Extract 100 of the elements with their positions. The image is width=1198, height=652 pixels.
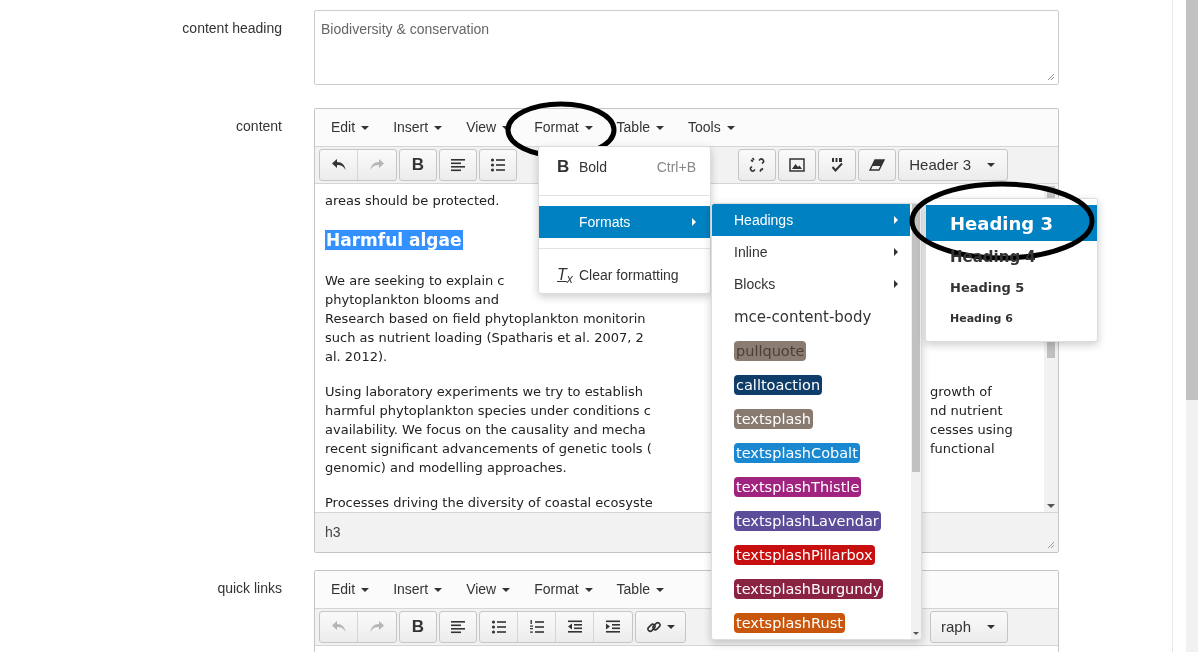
caret-icon bbox=[987, 163, 995, 167]
caret-icon bbox=[894, 280, 898, 288]
text-line: cesses using bbox=[930, 421, 1013, 439]
link-button[interactable] bbox=[635, 611, 686, 643]
caret-icon bbox=[361, 125, 370, 130]
text-line: availability. We focus on the causality and mecha bbox=[325, 422, 646, 437]
text-line: Processes driving the diversity of coastal ecosyste bbox=[325, 495, 653, 510]
caret-icon bbox=[434, 587, 443, 592]
menu-button[interactable]: Insert bbox=[381, 112, 455, 143]
bullet-list-icon bbox=[490, 157, 506, 173]
numbered-list-icon bbox=[528, 619, 545, 635]
text-line: genomic) and modelling approaches. bbox=[325, 460, 567, 475]
page-scrollbar[interactable] bbox=[1186, 0, 1198, 652]
caret-icon bbox=[434, 125, 443, 130]
image-button[interactable] bbox=[778, 149, 817, 181]
menu-button[interactable]: Insert bbox=[381, 574, 455, 605]
style-tag: pullquote bbox=[734, 341, 807, 361]
text-line: Research based on field phytoplankton monitorin bbox=[325, 311, 646, 326]
outdent-icon bbox=[566, 619, 583, 635]
menu-scrollbar[interactable] bbox=[911, 204, 921, 639]
text-line: phytoplankton blooms and bbox=[325, 292, 500, 307]
block-format-select[interactable]: Header 3 bbox=[898, 149, 1008, 181]
menu-button[interactable]: View bbox=[454, 574, 523, 605]
caret-icon bbox=[987, 625, 995, 629]
style-tag: textsplashRust bbox=[734, 613, 845, 633]
indent-icon bbox=[605, 619, 621, 635]
bold-button[interactable]: B bbox=[399, 149, 437, 181]
menu-item[interactable]: Headings bbox=[712, 204, 910, 236]
block-format-select[interactable]: raph bbox=[929, 611, 1008, 643]
text-line: al. 2012). bbox=[325, 349, 388, 364]
menu-item[interactable]: textsplashBurgundy bbox=[712, 572, 910, 606]
unlink-button[interactable] bbox=[738, 149, 777, 181]
caret-icon bbox=[894, 216, 898, 224]
field-label: quick links bbox=[217, 580, 282, 596]
align-button[interactable] bbox=[439, 149, 477, 181]
menu-button[interactable]: Edit bbox=[319, 112, 382, 143]
menu-button[interactable]: Table bbox=[604, 574, 677, 605]
text-line: functional bbox=[930, 440, 995, 458]
menu-item[interactable]: textsplash bbox=[712, 402, 910, 436]
menu-button[interactable]: Table bbox=[604, 112, 677, 143]
menu-item[interactable]: B Bold Ctrl+B bbox=[539, 149, 710, 185]
menu-item[interactable]: textsplashCobalt bbox=[712, 436, 910, 470]
text-line: growth of bbox=[930, 383, 992, 401]
menu-item[interactable]: textsplashPillarbox bbox=[712, 538, 910, 572]
align-button[interactable] bbox=[439, 611, 477, 643]
caret-icon bbox=[361, 587, 370, 592]
text-line: recent significant advancements of genetic tools ( bbox=[325, 441, 652, 456]
menu-item[interactable]: textsplashLavendar bbox=[712, 504, 910, 538]
bullets-button[interactable] bbox=[479, 149, 517, 181]
bold-button[interactable]: B bbox=[399, 611, 437, 643]
style-tag: textsplash bbox=[734, 409, 814, 429]
link-icon bbox=[646, 619, 662, 635]
broken-link-icon bbox=[749, 157, 766, 173]
heading-field[interactable]: Biodiversity & conservation bbox=[314, 10, 1059, 85]
eraser-button[interactable] bbox=[858, 149, 897, 181]
field-label: content bbox=[236, 118, 282, 134]
menu-button[interactable]: Edit bbox=[319, 574, 382, 605]
style-tag: textsplashThistle bbox=[734, 477, 862, 497]
menu-item[interactable]: textsplashRust bbox=[712, 606, 910, 639]
eraser-icon bbox=[869, 157, 886, 173]
menu-item[interactable]: textsplashThistle bbox=[712, 470, 910, 504]
image-icon bbox=[789, 157, 806, 173]
menu-item[interactable]: Inline bbox=[712, 236, 910, 268]
bullet-list-icon bbox=[490, 619, 507, 635]
caret-icon bbox=[656, 587, 665, 592]
heading-text: Harmful algae bbox=[325, 230, 463, 250]
menu-button[interactable]: Format bbox=[522, 574, 605, 605]
style-tag: textsplashPillarbox bbox=[734, 545, 875, 565]
text-line: such as nutrient loading (Spatharis et al. 2007, 2 bbox=[325, 330, 644, 345]
resize-grip-icon bbox=[1047, 73, 1055, 81]
caret-icon bbox=[584, 125, 593, 130]
element-path[interactable]: h3 bbox=[325, 522, 341, 543]
text-line: areas should be protected. bbox=[325, 193, 500, 208]
caret-icon bbox=[894, 248, 898, 256]
menu-item[interactable]: Blocks bbox=[712, 268, 910, 300]
caret-icon bbox=[692, 218, 696, 226]
style-tag: calltoaction bbox=[734, 375, 823, 395]
style-tag: textsplashLavendar bbox=[734, 511, 881, 531]
menu-item[interactable]: Formats bbox=[539, 206, 710, 238]
menu-button[interactable]: View bbox=[454, 112, 523, 143]
caret-icon bbox=[584, 587, 593, 592]
menu-item[interactable]: calltoaction bbox=[712, 368, 910, 402]
text-line: harmful phytoplankton species under conditions c bbox=[325, 403, 651, 418]
menu-button[interactable]: Tools bbox=[676, 112, 747, 143]
style-tag: textsplashBurgundy bbox=[734, 579, 884, 599]
caret-icon bbox=[726, 125, 735, 130]
text-line: Using laboratory experiments we try to establish bbox=[325, 384, 643, 399]
caret-icon bbox=[656, 125, 665, 130]
menu-item[interactable]: mce-content-body bbox=[712, 300, 910, 334]
menu-item[interactable]: Heading 6 bbox=[926, 303, 1097, 335]
resize-grip-icon bbox=[1047, 541, 1055, 549]
menu-item[interactable]: Heading 5 bbox=[926, 273, 1097, 303]
spellcheck-button[interactable] bbox=[818, 149, 857, 181]
caret-icon bbox=[502, 587, 511, 592]
text-line: nd nutrient bbox=[930, 402, 1003, 420]
style-tag: textsplashCobalt bbox=[734, 443, 860, 463]
caret-icon bbox=[667, 625, 675, 629]
align-left-icon bbox=[450, 619, 466, 635]
menu-item[interactable]: Heading 3 bbox=[926, 205, 1097, 241]
menu-item[interactable]: T$_{x}$ Clear formatting bbox=[539, 259, 710, 291]
